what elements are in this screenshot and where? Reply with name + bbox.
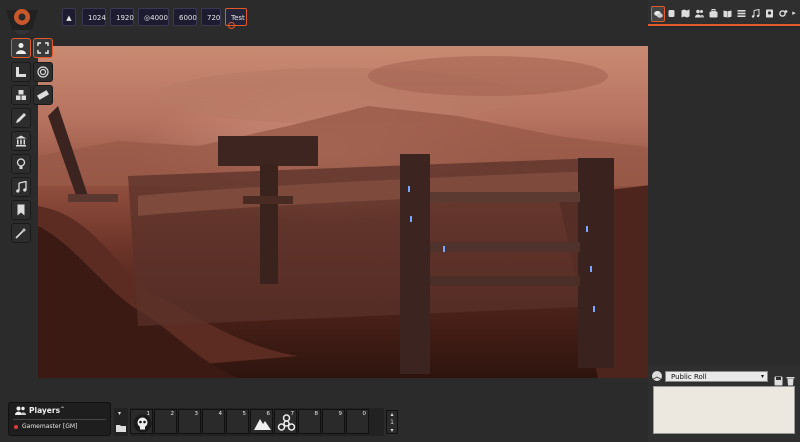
control-measure[interactable]: [11, 62, 31, 82]
tool-target[interactable]: [33, 62, 53, 82]
expand-icon: [37, 42, 49, 54]
macro-biohazard-icon: [277, 414, 296, 431]
hotbar-slot-1[interactable]: 1: [130, 409, 153, 434]
users-icon: [694, 9, 704, 17]
caret-up-icon: ▲: [66, 14, 72, 22]
scene-nav-collapse-button[interactable]: ▲: [62, 8, 76, 26]
suitcase-icon: [709, 8, 717, 17]
hotbar-slot-2[interactable]: 2: [154, 409, 177, 434]
scene-background-art: [38, 56, 726, 378]
cubes-icon: [16, 90, 26, 100]
tab-items[interactable]: [707, 6, 719, 20]
ruler-icon: [16, 67, 26, 77]
pencil-icon: [16, 113, 26, 123]
macro-mountains-icon: [254, 419, 271, 430]
save-icon: [774, 376, 783, 386]
foundry-logo[interactable]: [4, 4, 40, 36]
caret-right-icon: ▸: [792, 9, 796, 17]
active-scene-marker-icon: [228, 22, 235, 29]
music-icon: [751, 8, 759, 18]
export-chat-button[interactable]: [774, 371, 783, 386]
tab-chat[interactable]: [651, 6, 665, 22]
cogs-icon: [778, 9, 787, 17]
scene-nav-item-2[interactable]: ◎4000: [138, 8, 169, 26]
chat-message-input[interactable]: [653, 386, 795, 434]
scene-nav-item-3[interactable]: 6000: [173, 8, 197, 26]
hotbar-slot-5[interactable]: 5: [226, 409, 249, 434]
chat-log[interactable]: [648, 26, 800, 366]
hotbar-page-number: 1: [390, 419, 394, 426]
music-icon: [16, 181, 27, 193]
tool-select-targets[interactable]: [33, 38, 53, 58]
scene-canvas[interactable]: [38, 46, 726, 378]
tab-scenes[interactable]: [679, 6, 691, 20]
hotbar: 1 2 3 4 5 6 7 8 9 0: [130, 408, 384, 436]
players-panel[interactable]: Players ⌃ Gamemaster [GM]: [8, 402, 111, 436]
scene-nav-item-4[interactable]: 720: [201, 8, 221, 26]
fist-raised-icon: [668, 9, 674, 17]
hotbar-slot-3[interactable]: 3: [178, 409, 201, 434]
control-token[interactable]: [11, 38, 31, 58]
user-status-dot: [14, 425, 18, 429]
th-list-icon: [737, 9, 745, 17]
player-name: Gamemaster [GM]: [22, 423, 78, 430]
tab-combat[interactable]: [665, 6, 677, 20]
chevron-up-icon: ⌃: [60, 406, 66, 413]
tab-actors[interactable]: [693, 6, 705, 20]
roll-mode-select[interactable]: Public Roll ▾: [665, 371, 768, 382]
clear-chat-button[interactable]: [786, 371, 795, 386]
control-walls[interactable]: [11, 131, 31, 151]
hotbar-slot-6[interactable]: 6: [250, 409, 273, 434]
map-icon: [681, 9, 689, 17]
scene-nav-item-0[interactable]: 1024: [82, 8, 106, 26]
wand-icon: [15, 227, 27, 239]
tab-playlists[interactable]: [749, 6, 761, 20]
hotbar-slot-7[interactable]: 7: [274, 409, 297, 434]
folder-icon[interactable]: [116, 424, 126, 432]
control-sounds[interactable]: [11, 177, 31, 197]
tab-tables[interactable]: [735, 6, 747, 20]
bookmark-icon: [17, 204, 25, 216]
hotbar-slot-4[interactable]: 4: [202, 409, 225, 434]
control-drawing[interactable]: [11, 108, 31, 128]
user-icon: [16, 43, 26, 54]
comments-icon: [653, 10, 663, 18]
caret-down-icon[interactable]: ▾: [118, 410, 121, 417]
tool-ruler[interactable]: [33, 85, 53, 105]
tab-compendium[interactable]: [763, 6, 775, 20]
chevron-down-icon: ▾: [760, 373, 764, 380]
caret-down-icon[interactable]: ▾: [387, 427, 397, 435]
roll-controls: Public Roll ▾: [650, 370, 798, 386]
users-icon: [15, 406, 26, 415]
book-open-icon: [723, 10, 731, 17]
hotbar-slot-8[interactable]: 8: [298, 409, 321, 434]
sidebar-collapse-button[interactable]: ▸: [788, 6, 800, 20]
trash-icon: [786, 377, 795, 386]
hotbar-controls: ▾: [114, 408, 128, 436]
caret-up-icon[interactable]: ▴: [387, 411, 397, 419]
dice-icon[interactable]: [652, 371, 662, 386]
control-magic[interactable]: [11, 223, 31, 243]
divider: [13, 419, 106, 420]
control-tiles[interactable]: [11, 85, 31, 105]
building-columns-icon: [15, 135, 27, 147]
atlas-icon: [765, 9, 773, 17]
scene-nav-item-1[interactable]: 1920: [110, 8, 134, 26]
control-notes[interactable]: [11, 200, 31, 220]
macro-skull-icon: [133, 414, 152, 433]
players-title: Players: [29, 406, 61, 415]
ruler-horizontal-icon: [37, 90, 49, 100]
hotbar-slot-9[interactable]: 9: [322, 409, 345, 434]
hotbar-page-control[interactable]: ▴ 1 ▾: [386, 410, 398, 434]
sidebar-tabs: ▸: [648, 4, 800, 26]
lightbulb-icon: [16, 158, 26, 169]
bullseye-icon: [37, 66, 49, 78]
control-lighting[interactable]: [11, 154, 31, 174]
tab-journal[interactable]: [721, 6, 733, 20]
sidebar: ▸ Public Roll ▾: [648, 0, 800, 442]
hotbar-slot-10[interactable]: 0: [346, 409, 369, 434]
